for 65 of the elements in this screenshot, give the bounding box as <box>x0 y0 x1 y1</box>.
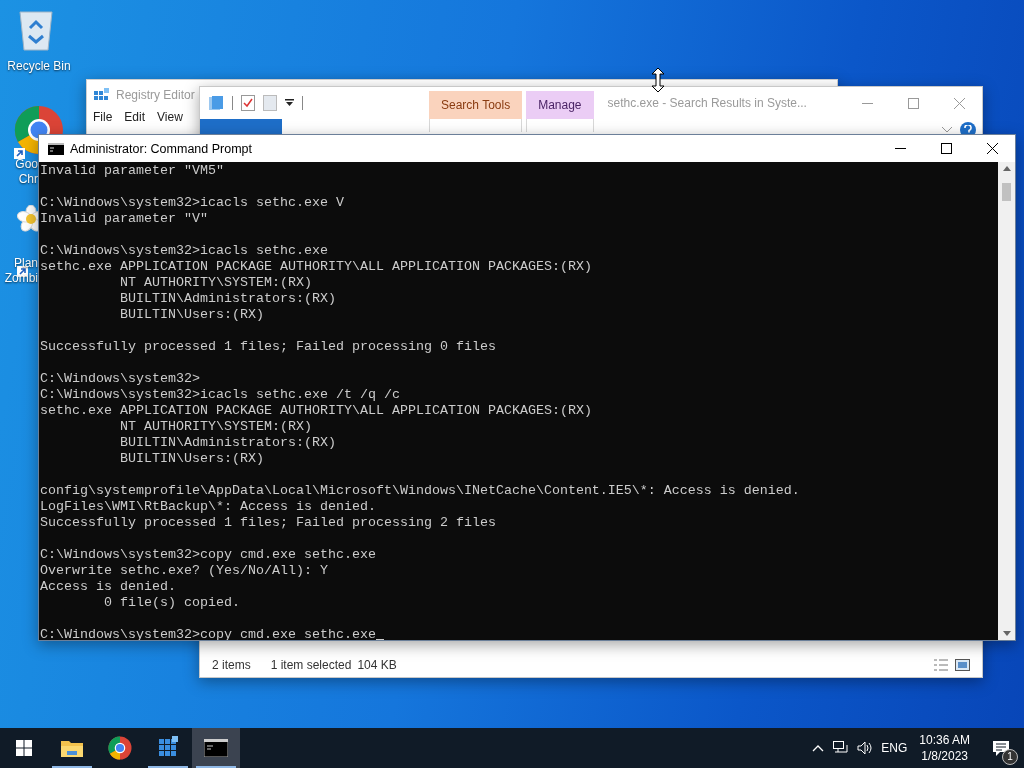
scroll-up-icon[interactable] <box>1002 166 1011 171</box>
console-line: BUILTIN\Administrators:(RX) <box>118 435 336 450</box>
checklist-icon[interactable] <box>241 95 255 111</box>
window-title: sethc.exe - Search Results in Syste... <box>607 96 807 110</box>
menu-item[interactable]: View <box>157 110 183 124</box>
windows-logo-icon <box>16 740 32 756</box>
window-title: Registry Editor <box>116 88 195 102</box>
console-line: C:\Windows\system32> <box>40 371 200 386</box>
console-line: BUILTIN\Users:(RX) <box>118 307 264 322</box>
cubes-icon <box>94 87 110 103</box>
scrollbar[interactable] <box>998 162 1015 640</box>
console-line: NT AUTHORITY\SYSTEM:(RX) <box>118 419 312 434</box>
context-tab-group: Manage <box>526 91 594 119</box>
console-line: Successfully processed 1 files; Failed processing 2 files <box>40 515 496 530</box>
maximize-icon <box>907 97 919 109</box>
notifications-button[interactable]: 1 <box>978 728 1024 768</box>
console-line: Invalid parameter "VM5" <box>40 163 224 178</box>
console-line: BUILTIN\Users:(RX) <box>118 451 264 466</box>
console-line: NT AUTHORITY\SYSTEM:(RX) <box>118 275 312 290</box>
status-text: 2 items <box>212 658 251 672</box>
console-line: C:\Windows\system32>icacls sethc.exe <box>40 243 328 258</box>
console-line: BUILTIN\Administrators:(RX) <box>118 291 336 306</box>
menu-item[interactable]: Edit <box>124 110 146 124</box>
terminal-icon <box>48 142 64 155</box>
language-button[interactable]: ENG <box>877 728 912 768</box>
large-icons-view-icon[interactable] <box>955 659 970 671</box>
console-line: C:\Windows\system32>copy cmd.exe sethc.exe <box>40 547 376 562</box>
status-text: 1 item selected <box>270 658 352 672</box>
folder-icon <box>60 738 84 758</box>
chevron-icon[interactable] <box>942 127 952 133</box>
dropdown-icon[interactable] <box>285 99 294 107</box>
minimize-icon <box>861 102 873 104</box>
browser-icon <box>108 736 132 760</box>
notification-count: 1 <box>1002 749 1018 765</box>
console-line: C:\Windows\system32>icacls sethc.exe /t /q /c <box>40 387 400 402</box>
network-icon <box>833 741 850 755</box>
scroll-thumb[interactable] <box>1002 183 1011 201</box>
scroll-down-icon[interactable] <box>1002 631 1011 636</box>
speaker-icon <box>857 741 874 755</box>
console-line: sethc.exe APPLICATION PACKAGE AUTHORITY\ALL APPLICATION PACKAGES:(RX) <box>40 259 592 274</box>
menu-item[interactable]: File <box>93 110 113 124</box>
properties-icon[interactable] <box>208 95 224 111</box>
clock-button[interactable]: 10:36 AM 1/8/2023 <box>911 728 978 768</box>
console-line: C:\Windows\system32>copy cmd.exe sethc.exe <box>40 627 376 640</box>
minimize-icon <box>894 148 906 149</box>
window-title: Administrator: Command Prompt <box>70 141 252 156</box>
maximize-icon <box>940 143 952 154</box>
status-text: 104 KB <box>357 658 397 672</box>
console-line: config\systemprofile\AppData\Local\Microsoft\Windows\INetCache\Content.IE5\*: Access is denied. <box>40 483 800 498</box>
message-icon <box>992 739 1010 757</box>
console-line: Successfully processed 1 files; Failed processing 0 files <box>40 339 496 354</box>
chevron-up-icon <box>812 744 825 752</box>
context-tab-group: Search Tools <box>429 91 523 119</box>
taskbar-button[interactable] <box>192 728 240 768</box>
console-line: C:\Windows\system32>icacls sethc.exe V <box>40 195 344 210</box>
console-line: sethc.exe APPLICATION PACKAGE AUTHORITY\ALL APPLICATION PACKAGES:(RX) <box>40 403 592 418</box>
close-icon <box>986 143 998 154</box>
console-line: Invalid parameter "V" <box>40 211 208 226</box>
console-line: LogFiles\WMI\RtBackup\*: Access is denied. <box>40 499 376 514</box>
console-line: Access is denied. <box>40 579 176 594</box>
console-line: 0 file(s) copied. <box>103 595 240 610</box>
close-icon <box>953 97 965 109</box>
desktop-icon-label[interactable]: Chr <box>0 172 38 187</box>
console-line: Overwrite sethc.exe? (Yes/No/All): Y <box>40 563 328 578</box>
terminal-icon <box>204 739 228 757</box>
